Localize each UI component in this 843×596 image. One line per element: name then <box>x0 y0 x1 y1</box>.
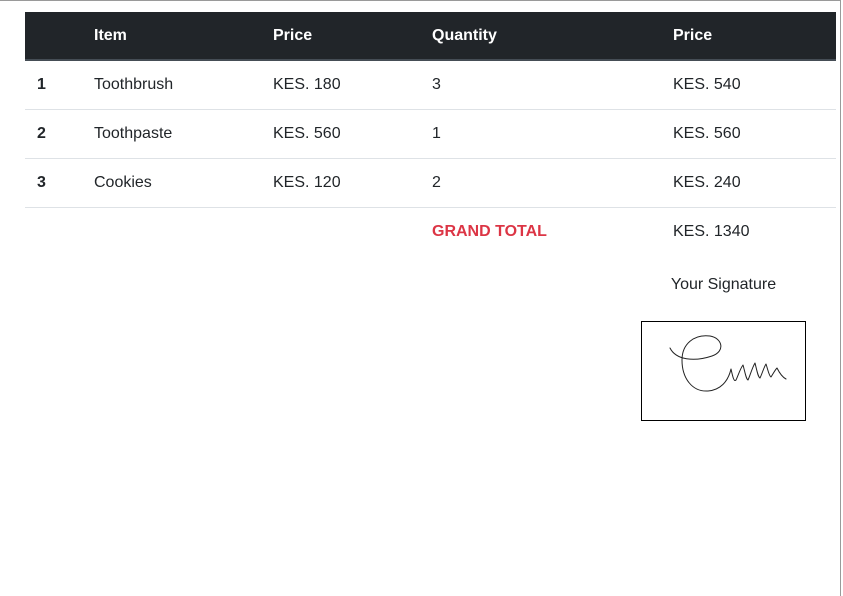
empty-cell <box>261 207 420 256</box>
invoice-table: Item Price Quantity Price 1 Toothbrush K… <box>25 12 836 256</box>
signature-stroke <box>669 335 787 392</box>
table-header: Item Price Quantity Price <box>25 12 836 61</box>
quantity: 2 <box>420 158 661 208</box>
header-total-price: Price <box>661 12 836 61</box>
row-number: 1 <box>25 60 82 110</box>
row-number: 3 <box>25 158 82 208</box>
signature-pad[interactable] <box>641 321 806 421</box>
quantity: 1 <box>420 109 661 159</box>
signature-label: Your Signature <box>670 276 777 293</box>
empty-cell <box>25 207 82 256</box>
grand-total-label: GRAND TOTAL <box>432 222 547 240</box>
signature-drawing <box>669 335 787 392</box>
header-price: Price <box>261 12 420 61</box>
table-row: 1 Toothbrush KES. 180 3 KES. 540 <box>25 60 836 110</box>
header-quantity: Quantity <box>420 12 661 61</box>
line-total: KES. 560 <box>661 109 836 159</box>
quantity: 3 <box>420 60 661 110</box>
line-total: KES. 540 <box>661 60 836 110</box>
table-row: 2 Toothpaste KES. 560 1 KES. 560 <box>25 109 836 159</box>
item-name: Cookies <box>82 158 261 208</box>
unit-price: KES. 560 <box>261 109 420 159</box>
unit-price: KES. 120 <box>261 158 420 208</box>
header-number <box>25 12 82 61</box>
table-body: 1 Toothbrush KES. 180 3 KES. 540 2 Tooth… <box>25 60 836 256</box>
grand-total-value: KES. 1340 <box>673 222 750 240</box>
row-number: 2 <box>25 109 82 159</box>
grand-total-row: GRAND TOTAL KES. 1340 <box>25 207 836 256</box>
item-name: Toothbrush <box>82 60 261 110</box>
line-total: KES. 240 <box>661 158 836 208</box>
unit-price: KES. 180 <box>261 60 420 110</box>
header-item: Item <box>82 12 261 61</box>
item-name: Toothpaste <box>82 109 261 159</box>
empty-cell <box>82 207 261 256</box>
table-row: 3 Cookies KES. 120 2 KES. 240 <box>25 158 836 208</box>
header-row: Item Price Quantity Price <box>25 12 836 61</box>
